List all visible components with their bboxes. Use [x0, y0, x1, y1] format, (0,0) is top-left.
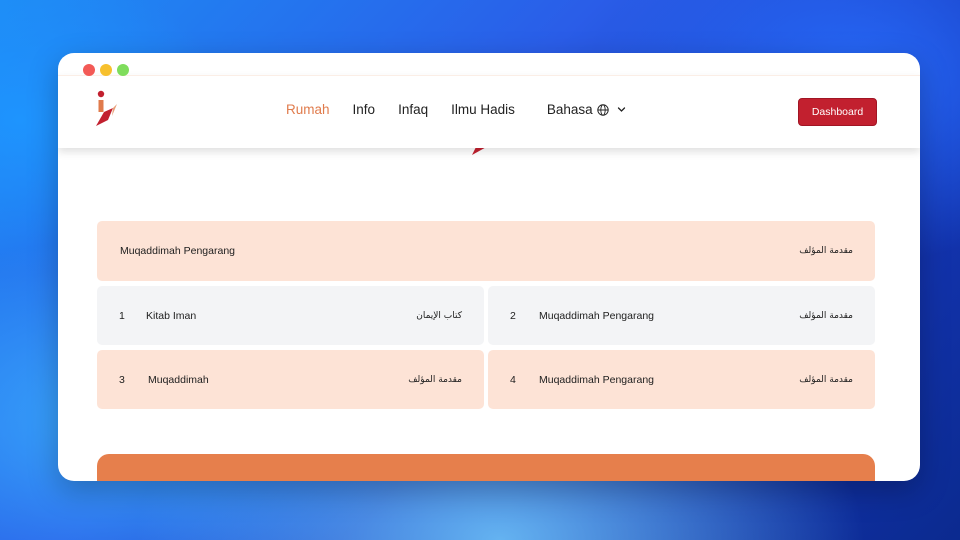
dashboard-button[interactable]: Dashboard	[798, 98, 877, 126]
nav-info[interactable]: Info	[353, 102, 376, 117]
chapter-number: 3	[119, 373, 125, 386]
minimize-window-button[interactable]	[100, 64, 112, 76]
chapter-arabic: مقدمة المؤلف	[408, 374, 462, 385]
nav-links: Rumah Info Infaq Ilmu Hadis Bahasa	[286, 102, 626, 117]
chapter-card[interactable]: 1 Kitab Iman كتاب الإيمان	[97, 286, 484, 345]
window-controls	[83, 64, 129, 76]
chapter-card[interactable]: 2 Muqaddimah Pengarang مقدمة المؤلف	[488, 286, 875, 345]
chapter-card[interactable]: 3 Muqaddimah مقدمة المؤلف	[97, 350, 484, 409]
chevron-down-icon[interactable]	[617, 105, 626, 114]
chapter-number: 2	[510, 309, 516, 322]
chapter-arabic: كتاب الإيمان	[416, 310, 462, 321]
chapter-arabic: مقدمة المؤلف	[799, 374, 853, 385]
chapter-card[interactable]: 4 Muqaddimah Pengarang مقدمة المؤلف	[488, 350, 875, 409]
nav-infaq[interactable]: Infaq	[398, 102, 428, 117]
chapter-title: Kitab Iman	[146, 309, 197, 322]
logo[interactable]	[94, 90, 118, 130]
header-card-title: Muqaddimah Pengarang	[120, 245, 235, 257]
nav-ilmu-hadis[interactable]: Ilmu Hadis	[451, 102, 515, 117]
language-selector[interactable]: Bahasa	[547, 102, 593, 117]
header-card[interactable]: Muqaddimah Pengarang مقدمة المؤلف	[97, 221, 875, 281]
browser-window: Rumah Info Infaq Ilmu Hadis Bahasa Dashb…	[58, 53, 920, 481]
globe-icon	[596, 103, 609, 116]
footer-banner	[97, 454, 875, 481]
chapter-number: 4	[510, 373, 516, 386]
chapter-title: Muqaddimah Pengarang	[539, 309, 654, 322]
chapter-number: 1	[119, 309, 125, 322]
chapter-title: Muqaddimah Pengarang	[539, 373, 654, 386]
maximize-window-button[interactable]	[117, 64, 129, 76]
chapter-arabic: مقدمة المؤلف	[799, 310, 853, 321]
close-window-button[interactable]	[83, 64, 95, 76]
nav-rumah[interactable]: Rumah	[286, 102, 330, 117]
navbar: Rumah Info Infaq Ilmu Hadis Bahasa Dashb…	[58, 75, 920, 148]
chapter-title: Muqaddimah	[148, 373, 209, 386]
header-card-arabic: مقدمة المؤلف	[799, 246, 853, 256]
